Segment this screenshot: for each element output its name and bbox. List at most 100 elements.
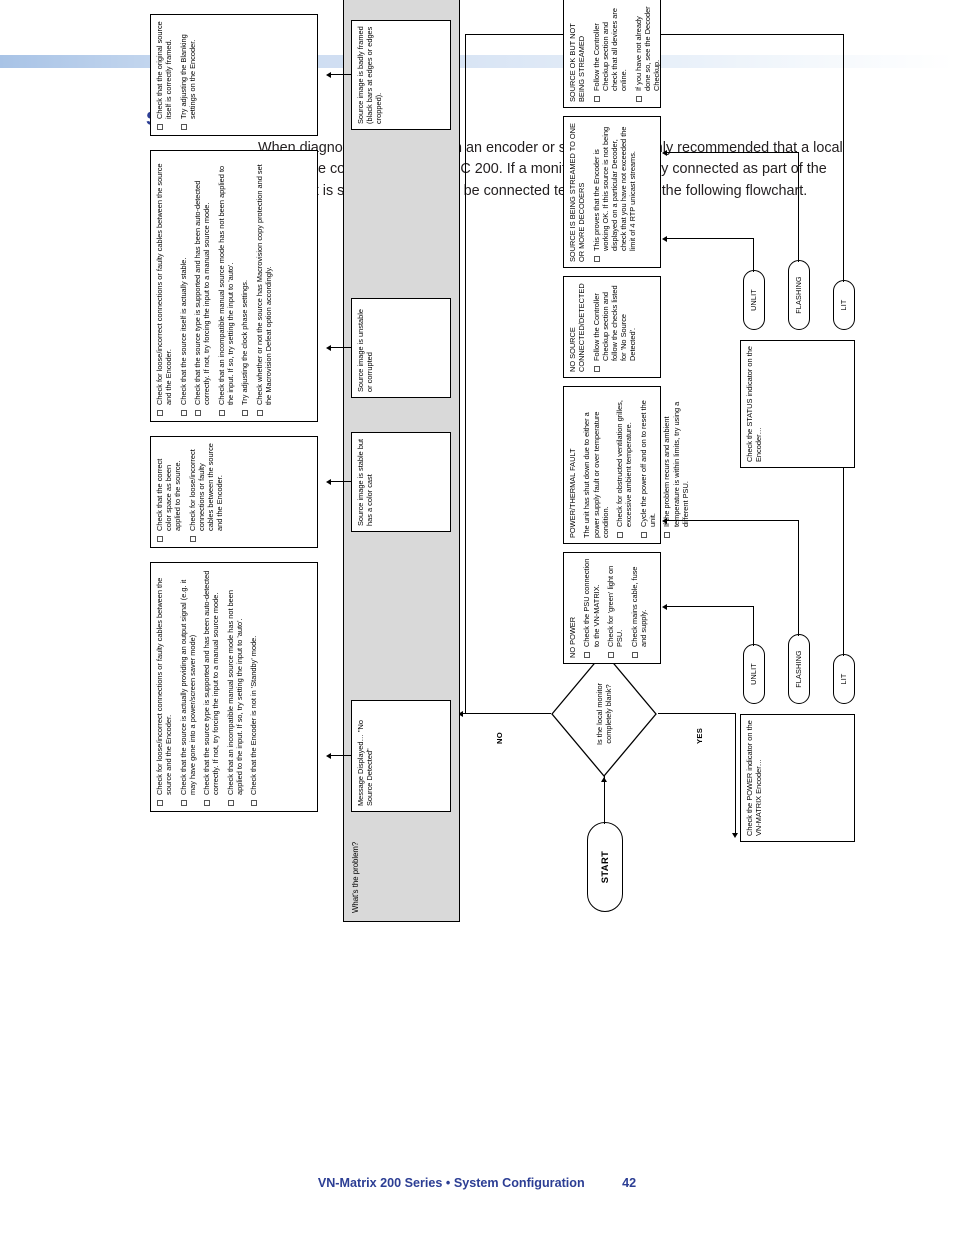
decision-yes-label: YES (695, 727, 704, 744)
check-item: Check for loose/incorrect connections or… (188, 442, 225, 542)
problem-box-badly-framed: Source image is badly framed (black bars… (351, 20, 451, 130)
problem-text: Source image is stable but has a color c… (356, 438, 375, 526)
problem-box-no-source-detected: Message Displayed… "No Source Detected" (351, 700, 451, 812)
connector-status-unlit (753, 238, 754, 272)
outcome-source-streaming: SOURCE IS BEING STREAMED TO ONE OR MORE … (563, 116, 661, 268)
status-state-unlit: UNLIT (743, 270, 765, 330)
outcome-item: Check the PSU connection to the VN-MATRI… (582, 558, 600, 658)
check-item: Check that an incompatible manual source… (226, 568, 244, 806)
outcome-heading: POWER/THERMAL FAULT (568, 448, 577, 538)
power-indicator-prompt: Check the POWER indicator on the VN-MATR… (740, 714, 855, 842)
connector-problem3-up (331, 347, 352, 348)
power-state-flashing: FLASHING (788, 634, 810, 704)
check-item: Check that the original source itself is… (155, 20, 173, 130)
connector-start-to-decision (604, 776, 605, 824)
checklist-badly-framed: Check that the original source itself is… (150, 14, 318, 136)
footer-title: VN-Matrix 200 Series • System Configurat… (317, 1176, 585, 1190)
connector-status-flashing (798, 152, 799, 262)
outcome-item: Follow the Controller Checkup section an… (592, 2, 629, 102)
check-item: Check that an incompatible manual source… (217, 156, 235, 416)
check-item: Try adjusting the clock phase settings. (240, 156, 249, 416)
decision-label: Is the local monitor completely blank? (594, 682, 613, 746)
connector-problem2-up (331, 481, 352, 482)
checklist-no-source-detected: Check for loose/incorrect connections or… (150, 562, 318, 812)
problem-box-color-cast: Source image is stable but has a color c… (351, 432, 451, 532)
problem-text: Source image is unstable or corrupted (356, 309, 375, 392)
arrowhead (326, 72, 331, 79)
outcome-item: Check for obstructed ventilation grilles… (615, 392, 633, 538)
check-item: Check whether or not the source has Macr… (255, 156, 273, 416)
problem-text: Message Displayed… "No Source Detected" (356, 719, 375, 806)
connector-problem1-up (331, 755, 352, 756)
connector-status-flashing-vertical (667, 152, 799, 153)
connector-yes-vertical (658, 713, 736, 714)
connector-no (463, 713, 551, 714)
check-item: Try adjusting the Blanking settings on t… (179, 20, 197, 130)
state-label: FLASHING (794, 276, 804, 314)
state-label: LIT (839, 299, 849, 311)
state-label: FLASHING (794, 650, 804, 688)
arrowhead (326, 479, 331, 486)
arrowhead (326, 345, 331, 352)
arrowhead (326, 753, 331, 760)
status-state-flashing: FLASHING (788, 260, 810, 330)
connector-yes-horizontal (735, 713, 736, 834)
power-state-unlit: UNLIT (743, 644, 765, 704)
outcome-lead: The unit has shut down due to either a p… (582, 411, 610, 538)
outcome-heading: NO POWER (568, 616, 577, 658)
state-label: UNLIT (749, 289, 759, 311)
outcome-heading: NO SOURCE CONNECTED/DETECTED (568, 283, 587, 372)
outcome-source-ok-not-streamed: SOURCE OK BUT NOT BEING STREAMED Follow … (563, 0, 661, 108)
outcome-heading: SOURCE OK BUT NOT BEING STREAMED (568, 23, 587, 102)
connector-status-lit (843, 34, 844, 282)
arrowhead (662, 604, 667, 611)
connector-problem4-up (331, 74, 352, 75)
check-item: Check that the source type is supported … (193, 156, 211, 416)
problem-box-unstable-corrupted: Source image is unstable or corrupted (351, 298, 451, 398)
outcome-power-thermal-fault: POWER/THERMAL FAULT The unit has shut do… (563, 386, 690, 544)
check-item: Check that the source itself is actually… (179, 156, 188, 416)
check-item: Check for loose/incorrect connections or… (155, 568, 173, 806)
status-state-lit: LIT (833, 280, 855, 330)
arrowhead (662, 236, 667, 243)
decision-no-label: NO (495, 732, 504, 744)
page-footer: VN-Matrix 200 Series • System Configurat… (0, 1176, 954, 1190)
flow-start-label: START (599, 850, 611, 884)
connector-status-unlit-vertical (667, 238, 754, 239)
check-item: Check that the correct color space as be… (155, 442, 183, 542)
connector-unlit-vertical (667, 606, 754, 607)
outcome-no-source-connected: NO SOURCE CONNECTED/DETECTED Follow the … (563, 276, 661, 378)
arrowhead (662, 150, 667, 157)
decision-local-monitor-blank: Is the local monitor completely blank? (550, 650, 658, 778)
source-checkup-flowchart: START Is the local monitor completely bl… (0, 0, 954, 1235)
problem-band-label: What's the problem? (351, 841, 360, 913)
check-item: Check that the source is actually provid… (179, 568, 197, 806)
state-label: UNLIT (749, 663, 759, 685)
connector-band-feed-rail (465, 34, 466, 714)
outcome-item: If you have not already done so, see the… (634, 2, 662, 102)
check-item: Check for loose/incorrect connections or… (155, 156, 173, 416)
page-number: 42 (622, 1176, 637, 1190)
outcome-item: Cycle the power off and on to reset the … (639, 392, 657, 538)
power-state-lit: LIT (833, 654, 855, 704)
outcome-item: Check for 'green' light on PSU. (606, 558, 624, 658)
status-indicator-prompt: Check the STATUS indicator on the Encode… (740, 340, 855, 468)
outcome-item: This proves that the Encoder is working … (592, 122, 638, 262)
outcome-heading: SOURCE IS BEING STREAMED TO ONE OR MORE … (568, 123, 587, 262)
outcome-item: Follow the Controller Checkup section an… (592, 282, 638, 372)
power-indicator-prompt-text: Check the POWER indicator on the VN-MATR… (745, 720, 764, 836)
check-item: Check that the source type is supported … (202, 568, 220, 806)
connector-unlit-to-no-power (753, 606, 754, 646)
outcome-item: Check mains cable, fuse and supply. (630, 558, 648, 658)
problem-text: Source image is badly framed (black bars… (356, 26, 384, 124)
outcome-item: If the problem recurs and ambient temper… (662, 392, 690, 538)
arrowhead (731, 833, 738, 838)
checklist-unstable-corrupted: Check for loose/incorrect connections or… (150, 150, 318, 422)
status-indicator-prompt-text: Check the STATUS indicator on the Encode… (745, 346, 764, 462)
outcome-no-power: NO POWER Check the PSU connection to the… (563, 552, 661, 664)
connector-flashing-to-fault (798, 520, 799, 636)
flow-start-node: START (587, 822, 623, 912)
check-item: Check that the Encoder is not in 'Standb… (249, 568, 258, 806)
checklist-color-cast: Check that the correct color space as be… (150, 436, 318, 548)
state-label: LIT (839, 673, 849, 685)
